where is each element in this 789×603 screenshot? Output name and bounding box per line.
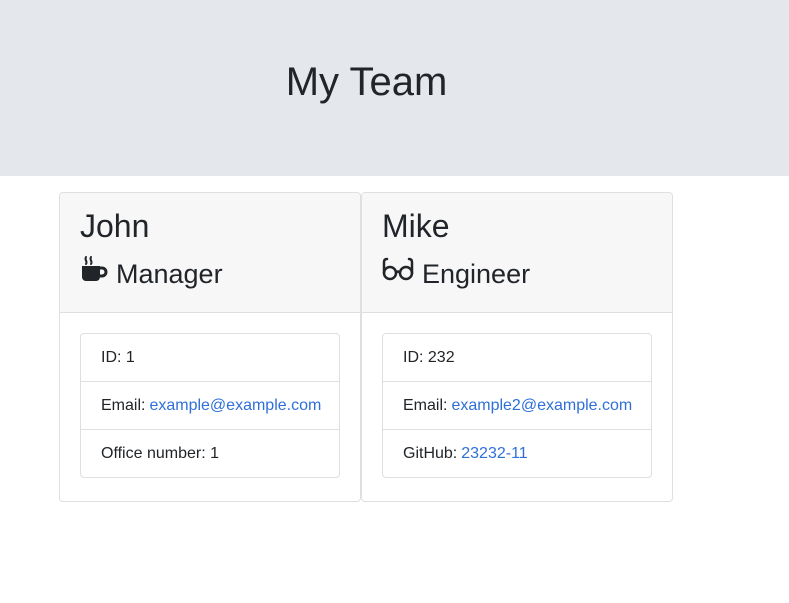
card-header: Mike Engineer [362,193,672,313]
role-label: Manager [116,258,223,289]
page-title: My Team [285,60,448,104]
employee-card-engineer: Mike Engineer ID: 232 Email: example2@ex… [361,192,673,502]
email-label: Email: [101,396,146,414]
employee-role: Engineer [382,255,530,292]
glasses-icon [382,255,422,292]
github-label: GitHub: [403,444,458,462]
employee-name: Mike [382,208,450,244]
email-link[interactable]: example2@example.com [451,397,632,415]
list-item-office: Office number: 1 [81,430,339,477]
employee-details-list: ID: 1 Email: example@example.com Office … [80,333,340,478]
github-link[interactable]: 23232-11 [461,445,527,463]
id-label: ID: [101,348,122,366]
employee-details-list: ID: 232 Email: example2@example.com GitH… [382,333,652,478]
employee-card-manager: John Manager ID: 1 Email: example@exampl… [59,192,361,502]
email-link[interactable]: example@example.com [149,397,321,415]
office-value: 1 [210,444,219,462]
employee-role: Manager [80,255,223,292]
office-label: Office number: [101,444,206,462]
id-value: 1 [125,348,135,366]
list-item-email: Email: example@example.com [81,382,339,430]
header-banner: My Team [0,0,789,176]
id-value: 232 [427,348,455,366]
list-item-id: ID: 1 [81,334,339,382]
list-item-email: Email: example2@example.com [383,382,651,430]
coffee-mug-icon [80,255,116,292]
employee-name: John [80,208,150,244]
card-header: John Manager [60,193,360,313]
email-label: Email: [403,396,448,414]
list-item-github: GitHub: 23232-11 [383,430,651,477]
list-item-id: ID: 232 [383,334,651,382]
id-label: ID: [403,348,424,366]
role-label: Engineer [422,258,531,289]
